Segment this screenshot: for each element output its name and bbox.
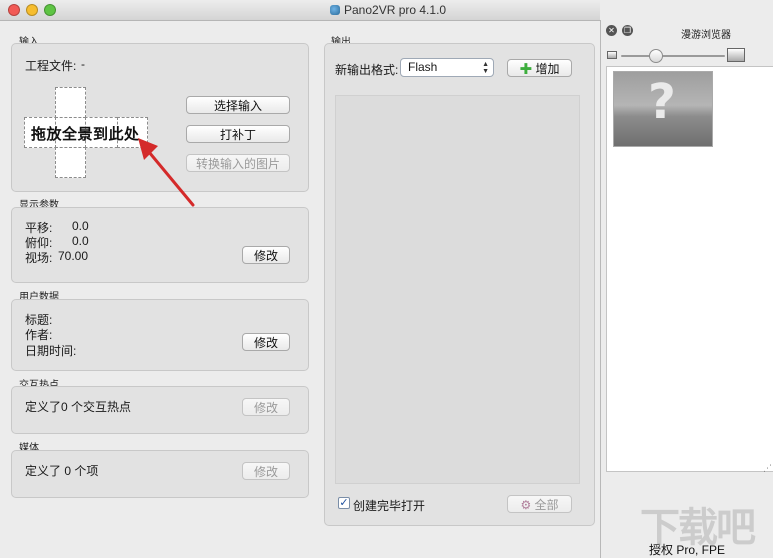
author-label: 作者: [25, 328, 53, 342]
tour-browser-title: 漫游浏览器 [681, 30, 731, 41]
cube-face-top [55, 87, 86, 118]
output-format-label: 新输出格式: [335, 63, 399, 77]
media-modify-button[interactable]: 修改 [242, 462, 290, 480]
open-after-checkbox[interactable]: ✓ [338, 497, 350, 509]
thumbnail-size-slider[interactable] [621, 55, 725, 57]
display-modify-button[interactable]: 修改 [242, 246, 290, 264]
zoom-window-button[interactable] [44, 4, 56, 16]
build-all-button[interactable]: ⚙ 全部 [507, 495, 572, 513]
float-panel-icon[interactable]: ❐ [622, 25, 633, 36]
annotation-arrow-icon [138, 138, 195, 207]
window-title: Pano2VR pro 4.1.0 [330, 3, 446, 17]
thumbnail-size-slider-thumb[interactable] [649, 49, 663, 63]
datetime-label: 日期时间: [25, 344, 77, 358]
large-thumbnail-icon [727, 48, 745, 62]
plus-icon: ✚ [519, 61, 533, 78]
cube-face-bottom [55, 147, 86, 178]
build-all-label: 全部 [534, 498, 559, 512]
select-arrows-icon: ▲ ▼ [482, 61, 489, 75]
select-input-button[interactable]: 选择输入 [186, 96, 290, 114]
fov-value: 70.00 [58, 249, 89, 263]
add-output-label: 增加 [535, 62, 560, 76]
pan-value: 0.0 [72, 219, 89, 233]
resize-grip-icon[interactable]: ⋰ [763, 463, 772, 474]
project-file-value: - [81, 57, 85, 71]
hotspots-modify-button[interactable]: 修改 [242, 398, 290, 416]
open-after-label: 创建完毕打开 [353, 499, 426, 513]
output-format-value: Flash [408, 60, 438, 74]
drop-hint-text: 拖放全景到此处 [31, 126, 140, 143]
patch-button[interactable]: 打补丁 [186, 125, 290, 143]
minimize-window-button[interactable] [26, 4, 38, 16]
window-titlebar: Pano2VR pro 4.1.0 [0, 0, 600, 21]
display-group [11, 207, 309, 283]
project-file-label: 工程文件: [25, 59, 77, 73]
pano2vr-logo-icon [330, 5, 340, 15]
build-icon: ⚙ [520, 498, 532, 512]
watermark: 下载吧 [640, 506, 756, 550]
fov-label: 视场: [25, 251, 53, 265]
hotspots-summary: 定义了0 个交互热点 [25, 400, 132, 414]
close-window-button[interactable] [8, 4, 20, 16]
output-format-select[interactable]: Flash ▲ ▼ [400, 58, 494, 77]
question-mark-icon: ? [648, 74, 676, 130]
panorama-thumbnail[interactable]: ? [613, 71, 713, 147]
output-list[interactable] [335, 95, 580, 484]
close-panel-icon[interactable]: ✕ [606, 25, 617, 36]
panorama-thumbnail-list[interactable]: ? [606, 66, 773, 472]
media-summary: 定义了 0 个项 [25, 464, 99, 478]
add-output-button[interactable]: ✚ 增加 [507, 59, 572, 78]
user-data-modify-button[interactable]: 修改 [242, 333, 290, 351]
window-title-text: Pano2VR pro 4.1.0 [344, 3, 447, 17]
tilt-value: 0.0 [72, 234, 89, 248]
small-thumbnail-icon [607, 51, 617, 59]
tour-browser-panel: ✕ ❐ 漫游浏览器 ? ⋰ 授权 Pro, FPE [600, 20, 773, 558]
convert-input-button[interactable]: 转换输入的图片 [186, 154, 290, 172]
